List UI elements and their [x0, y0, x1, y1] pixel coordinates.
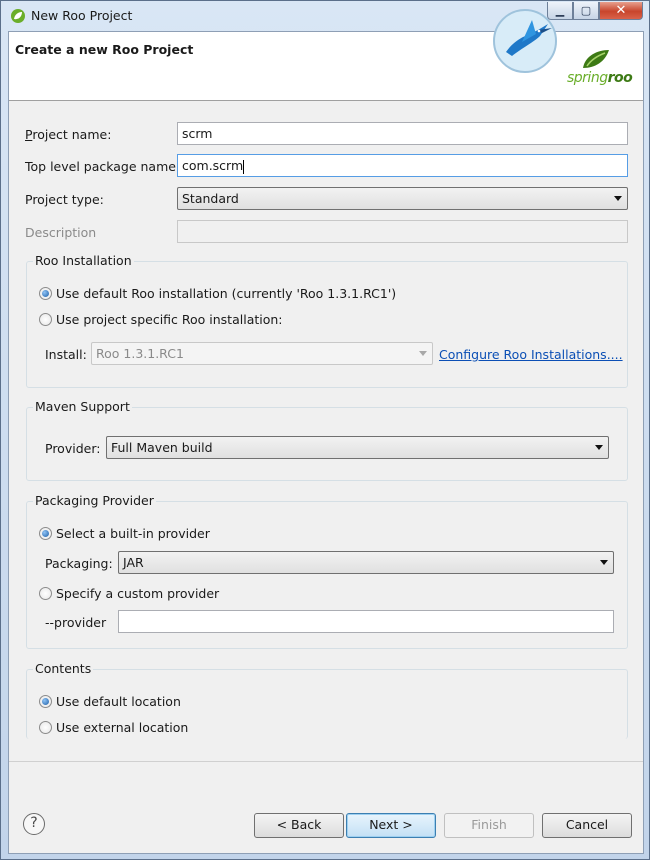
custom-provider-label[interactable]: Specify a custom provider: [56, 586, 219, 601]
packaging-provider-title: Packaging Provider: [33, 493, 156, 508]
description-label: Description: [25, 225, 97, 240]
new-roo-project-window: New Roo Project ▁ ▢ ✕ Create a new Roo P…: [0, 0, 650, 860]
external-location-label[interactable]: Use external location: [56, 720, 188, 735]
project-type-select[interactable]: Standard: [177, 187, 628, 210]
caption-buttons: ▁ ▢ ✕: [547, 2, 643, 20]
provider-label: Provider:: [45, 441, 101, 456]
finish-button[interactable]: Finish: [444, 813, 534, 838]
project-name-input[interactable]: scrm: [177, 122, 628, 145]
maximize-button[interactable]: ▢: [573, 2, 599, 20]
provider-arg-input[interactable]: [118, 610, 614, 633]
default-roo-radio[interactable]: [39, 287, 52, 300]
builtin-provider-radio[interactable]: [39, 527, 52, 540]
spring-leaf-icon: [11, 9, 25, 23]
chevron-down-icon: [419, 351, 427, 356]
install-value: Roo 1.3.1.RC1: [96, 346, 184, 361]
install-select[interactable]: Roo 1.3.1.RC1: [91, 342, 433, 365]
close-icon: ✕: [615, 3, 627, 18]
window-title: New Roo Project: [31, 8, 133, 23]
maven-provider-value: Full Maven build: [111, 440, 213, 455]
project-name-label-text: roject name:: [32, 127, 112, 142]
project-type-value: Standard: [182, 191, 239, 206]
roo-installation-title: Roo Installation: [33, 253, 134, 268]
chevron-down-icon: [600, 560, 608, 565]
specific-roo-label[interactable]: Use project specific Roo installation:: [56, 312, 283, 327]
chevron-down-icon: [614, 196, 622, 201]
cancel-button[interactable]: Cancel: [542, 813, 632, 838]
spring-roo-wordmark: springroo: [567, 70, 633, 86]
contents-title: Contents: [33, 661, 94, 676]
builtin-provider-label[interactable]: Select a built-in provider: [56, 526, 210, 541]
package-name-input[interactable]: com.scrm: [177, 154, 628, 177]
maven-provider-select[interactable]: Full Maven build: [106, 436, 609, 459]
chevron-down-icon: [595, 445, 603, 450]
default-roo-label[interactable]: Use default Roo installation (currently …: [56, 286, 396, 301]
custom-provider-radio[interactable]: [39, 587, 52, 600]
help-icon[interactable]: ?: [23, 813, 45, 835]
package-label: Top level package name:: [25, 159, 181, 174]
packaging-value: JAR: [123, 555, 144, 570]
back-button[interactable]: < Back: [254, 813, 344, 838]
roo-leaf-icon: [583, 50, 609, 68]
provider-arg-label: --provider: [45, 615, 107, 630]
maven-support-title: Maven Support: [33, 399, 132, 414]
button-bar: [9, 761, 643, 811]
description-input[interactable]: [177, 220, 628, 243]
configure-roo-installations-link[interactable]: Configure Roo Installations....: [439, 347, 623, 362]
hummingbird-logo-icon: [493, 9, 557, 73]
package-name-value: com.scrm: [182, 158, 244, 173]
maximize-icon: ▢: [580, 4, 592, 17]
dialog-client-area: Create a new Roo Project springroo Proje…: [8, 9, 644, 854]
project-type-label: Project type:: [25, 192, 104, 207]
external-location-radio[interactable]: [39, 721, 52, 734]
packaging-select[interactable]: JAR: [118, 551, 614, 574]
specific-roo-radio[interactable]: [39, 313, 52, 326]
wizard-header: Create a new Roo Project springroo: [9, 9, 643, 101]
page-title: Create a new Roo Project: [15, 42, 194, 57]
packaging-label: Packaging:: [45, 556, 113, 571]
spring-roo-logo: springroo: [567, 48, 633, 92]
close-button[interactable]: ✕: [599, 2, 643, 20]
default-location-label[interactable]: Use default location: [56, 694, 181, 709]
default-location-radio[interactable]: [39, 695, 52, 708]
next-button[interactable]: Next >: [346, 813, 436, 838]
project-name-label: Project name:: [25, 127, 112, 142]
install-label: Install:: [45, 347, 87, 362]
